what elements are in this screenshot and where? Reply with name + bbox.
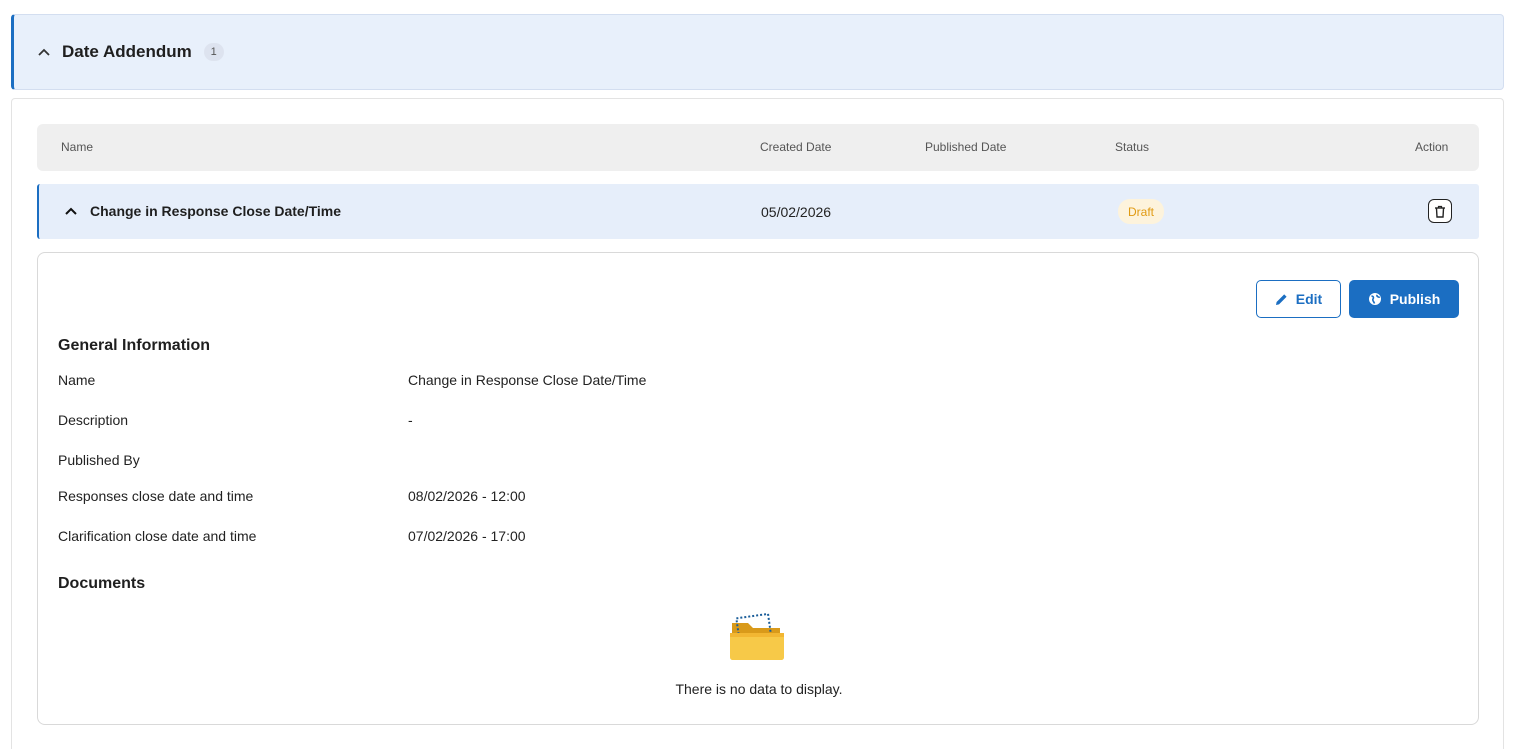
field-label-name: Name bbox=[58, 372, 96, 388]
empty-state-text: There is no data to display. bbox=[675, 681, 843, 697]
section-body: Name Created Date Published Date Status … bbox=[11, 98, 1504, 749]
field-label-description: Description bbox=[58, 412, 129, 428]
status-badge: Draft bbox=[1118, 199, 1165, 224]
column-header-status: Status bbox=[1115, 140, 1150, 154]
field-label-clarification-close: Clarification close date and time bbox=[58, 528, 257, 544]
row-name: Change in Response Close Date/Time bbox=[90, 203, 342, 219]
table-row[interactable]: Change in Response Close Date/Time 05/02… bbox=[37, 184, 1479, 239]
chevron-up-icon[interactable] bbox=[34, 42, 54, 62]
field-value-responses-close: 08/02/2026 - 12:00 bbox=[408, 488, 526, 504]
field-value-name: Change in Response Close Date/Time bbox=[408, 372, 647, 388]
globe-icon bbox=[1368, 293, 1381, 305]
column-header-published-date: Published Date bbox=[925, 140, 1007, 154]
date-addendum-header[interactable]: Date Addendum 1 bbox=[11, 14, 1504, 90]
field-label-published-by: Published By bbox=[58, 452, 140, 468]
column-header-created-date: Created Date bbox=[760, 140, 832, 154]
edit-button-label: Edit bbox=[1295, 291, 1323, 307]
publish-button-label: Publish bbox=[1389, 291, 1441, 307]
delete-button[interactable] bbox=[1428, 199, 1452, 223]
trash-icon bbox=[1435, 205, 1445, 218]
table-header: Name Created Date Published Date Status … bbox=[37, 124, 1479, 171]
column-header-action: Action bbox=[1415, 140, 1449, 154]
field-label-responses-close: Responses close date and time bbox=[58, 488, 254, 504]
general-information-title: General Information bbox=[58, 337, 211, 354]
pencil-icon bbox=[1275, 293, 1287, 305]
folder-icon bbox=[728, 609, 786, 668]
documents-title: Documents bbox=[58, 575, 146, 592]
column-header-name: Name bbox=[61, 140, 94, 154]
publish-button[interactable]: Publish bbox=[1349, 280, 1459, 318]
detail-panel: Edit Publish General Information Name Ch… bbox=[37, 252, 1479, 725]
count-badge: 1 bbox=[203, 43, 224, 61]
row-created-date: 05/02/2026 bbox=[761, 204, 832, 220]
field-value-clarification-close: 07/02/2026 - 17:00 bbox=[408, 528, 526, 544]
section-title: Date Addendum bbox=[62, 42, 192, 61]
edit-button[interactable]: Edit bbox=[1256, 280, 1341, 318]
field-value-description: - bbox=[408, 412, 413, 428]
chevron-up-icon[interactable] bbox=[65, 202, 77, 220]
